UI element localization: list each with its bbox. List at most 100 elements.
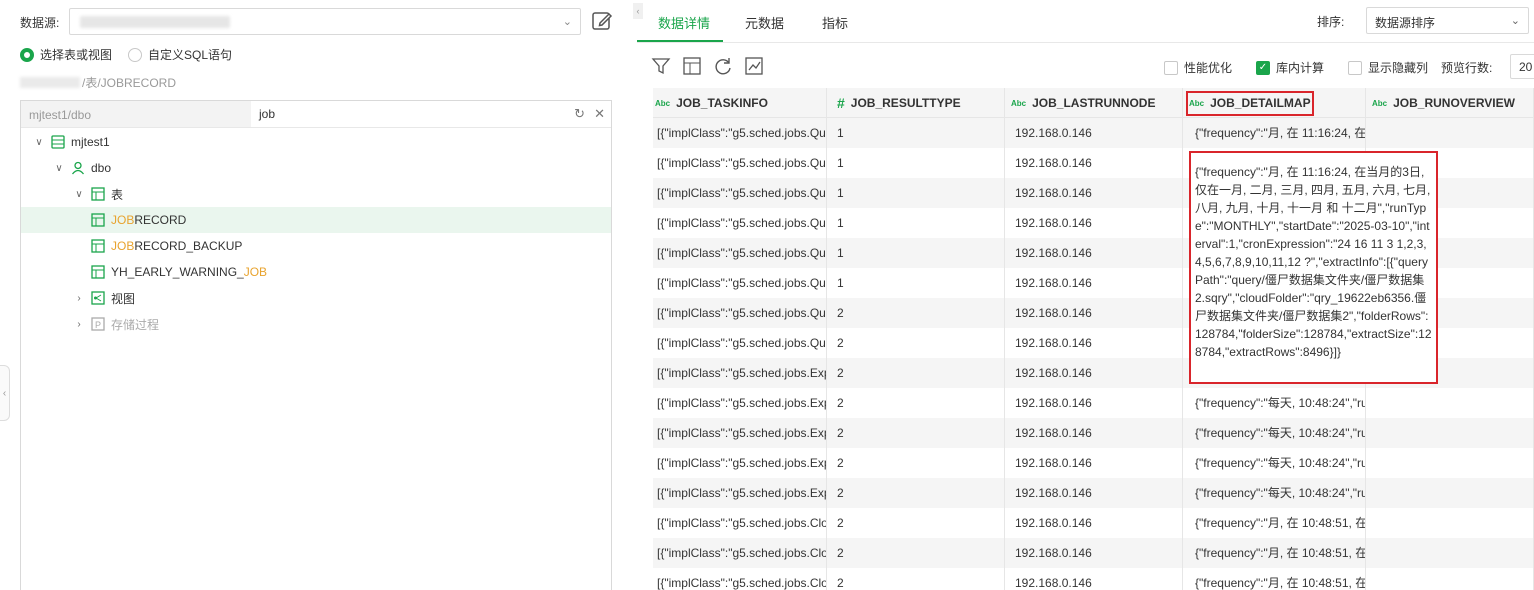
table-cell[interactable]: 192.168.0.146 — [1005, 268, 1183, 298]
chevron-down-icon[interactable]: ∨ — [53, 163, 65, 174]
table-row[interactable]: [{"implClass":"g5.sched.jobs.Exp 2 192.168… — [653, 478, 1534, 508]
table-cell[interactable]: {"frequency":"每天, 10:48:24","ru — [1183, 418, 1366, 448]
tree-node-table-jobrecord-backup[interactable]: JOBRECORD_BACKUP — [21, 233, 611, 259]
chevron-right-icon[interactable]: › — [73, 293, 85, 304]
checkbox-box[interactable] — [1164, 60, 1178, 75]
check-icon[interactable]: ✓ — [1256, 60, 1270, 75]
table-cell[interactable] — [1366, 448, 1534, 478]
table-cell[interactable]: [{"implClass":"g5.sched.jobs.Qu — [653, 268, 827, 298]
table-cell[interactable]: 2 — [827, 568, 1005, 590]
table-cell[interactable]: {"frequency":"月, 在 10:48:51, 在 — [1183, 538, 1366, 568]
table-cell[interactable]: 2 — [827, 508, 1005, 538]
table-cell[interactable]: 192.168.0.146 — [1005, 298, 1183, 328]
table-cell[interactable]: [{"implClass":"g5.sched.jobs.Qu — [653, 328, 827, 358]
checkbox-box[interactable] — [1348, 60, 1362, 75]
table-row[interactable]: [{"implClass":"g5.sched.jobs.Exp 2 192.168… — [653, 448, 1534, 478]
chevron-right-icon[interactable]: › — [73, 319, 85, 330]
tab-metrics[interactable]: 指标 — [822, 13, 848, 32]
search-scope[interactable]: mjtest1/dbo — [21, 101, 251, 127]
table-cell[interactable] — [1366, 118, 1534, 148]
table-cell[interactable]: 1 — [827, 268, 1005, 298]
table-cell[interactable]: {"frequency":"月, 在 11:16:24, 在 — [1183, 118, 1366, 148]
radio-custom-sql[interactable] — [128, 47, 143, 62]
preview-rows-input[interactable]: 20 — [1510, 54, 1534, 79]
table-cell[interactable] — [1366, 388, 1534, 418]
column-header-job-lastrunnode[interactable]: Abc JOB_LASTRUNNODE — [1005, 88, 1183, 118]
table-row[interactable]: [{"implClass":"g5.sched.jobs.Clo 2 192.168… — [653, 508, 1534, 538]
show-hidden-checkbox[interactable]: 显示隐藏列 — [1348, 59, 1428, 76]
table-row[interactable]: [{"implClass":"g5.sched.jobs.Clo 2 192.168… — [653, 568, 1534, 590]
collapse-left-handle[interactable]: ‹ — [0, 365, 10, 421]
filter-icon[interactable] — [651, 56, 671, 76]
table-cell[interactable]: 192.168.0.146 — [1005, 328, 1183, 358]
table-cell[interactable]: [{"implClass":"g5.sched.jobs.Exp — [653, 418, 827, 448]
table-cell[interactable]: 2 — [827, 538, 1005, 568]
tree-node-tables-folder[interactable]: ∨ 表 — [21, 181, 611, 207]
column-header-job-runoverview[interactable]: Abc JOB_RUNOVERVIEW — [1366, 88, 1534, 118]
table-cell[interactable]: 2 — [827, 298, 1005, 328]
table-cell[interactable]: [{"implClass":"g5.sched.jobs.Qu — [653, 238, 827, 268]
table-row[interactable]: [{"implClass":"g5.sched.jobs.Exp 2 192.168… — [653, 418, 1534, 448]
table-cell[interactable]: [{"implClass":"g5.sched.jobs.Qu — [653, 208, 827, 238]
table-cell[interactable]: 1 — [827, 118, 1005, 148]
perf-opt-checkbox[interactable]: 性能优化 — [1164, 59, 1232, 76]
refresh-icon[interactable]: ↻ — [574, 106, 585, 122]
tree-node-views-folder[interactable]: › 视图 — [21, 285, 611, 311]
tab-metadata[interactable]: 元数据 — [745, 13, 784, 32]
table-cell[interactable]: 1 — [827, 178, 1005, 208]
tab-data-details[interactable]: 数据详情 — [658, 13, 710, 32]
table-cell[interactable]: 192.168.0.146 — [1005, 148, 1183, 178]
edit-icon[interactable] — [590, 9, 614, 33]
table-cell[interactable]: 1 — [827, 238, 1005, 268]
table-cell[interactable]: 192.168.0.146 — [1005, 388, 1183, 418]
table-cell[interactable]: {"frequency":"每天, 10:48:24","ru — [1183, 388, 1366, 418]
table-cell[interactable]: 192.168.0.146 — [1005, 178, 1183, 208]
table-cell[interactable] — [1366, 538, 1534, 568]
table-cell[interactable]: 1 — [827, 208, 1005, 238]
table-cell[interactable] — [1366, 478, 1534, 508]
table-cell[interactable]: 192.168.0.146 — [1005, 208, 1183, 238]
table-cell[interactable]: 2 — [827, 418, 1005, 448]
tree-node-table-early-warning[interactable]: YH_EARLY_WARNING_JOB — [21, 259, 611, 285]
field-settings-icon[interactable] — [682, 56, 702, 76]
table-cell[interactable]: 192.168.0.146 — [1005, 508, 1183, 538]
table-cell[interactable]: 2 — [827, 328, 1005, 358]
sort-select[interactable]: 数据源排序 ⌄ — [1366, 7, 1529, 34]
table-cell[interactable]: 192.168.0.146 — [1005, 538, 1183, 568]
table-cell[interactable]: 192.168.0.146 — [1005, 448, 1183, 478]
table-cell[interactable]: {"frequency":"月, 在 10:48:51, 在 — [1183, 568, 1366, 590]
table-cell[interactable]: 2 — [827, 388, 1005, 418]
column-header-job-taskinfo[interactable]: Abc JOB_TASKINFO — [653, 88, 827, 118]
chart-icon[interactable] — [744, 56, 764, 76]
in-db-calc-checkbox[interactable]: ✓ 库内计算 — [1256, 59, 1324, 76]
table-cell[interactable]: [{"implClass":"g5.sched.jobs.Qu — [653, 148, 827, 178]
chevron-down-icon[interactable]: ∨ — [73, 189, 85, 200]
table-cell[interactable]: [{"implClass":"g5.sched.jobs.Qu — [653, 298, 827, 328]
table-cell[interactable]: 192.168.0.146 — [1005, 418, 1183, 448]
table-cell[interactable] — [1366, 568, 1534, 590]
search-input[interactable]: job ↻ ✕ — [251, 101, 611, 127]
table-cell[interactable]: {"frequency":"月, 在 10:48:51, 在 — [1183, 508, 1366, 538]
table-cell[interactable]: 192.168.0.146 — [1005, 238, 1183, 268]
close-icon[interactable]: ✕ — [594, 106, 605, 122]
table-cell[interactable]: [{"implClass":"g5.sched.jobs.Qu — [653, 178, 827, 208]
table-cell[interactable]: 1 — [827, 148, 1005, 178]
table-cell[interactable]: [{"implClass":"g5.sched.jobs.Clo — [653, 538, 827, 568]
table-row[interactable]: [{"implClass":"g5.sched.jobs.Qu 1 192.168.… — [653, 118, 1534, 148]
table-cell[interactable]: [{"implClass":"g5.sched.jobs.Exp — [653, 478, 827, 508]
table-cell[interactable]: 192.168.0.146 — [1005, 358, 1183, 388]
table-cell[interactable]: [{"implClass":"g5.sched.jobs.Clo — [653, 568, 827, 590]
table-cell[interactable]: [{"implClass":"g5.sched.jobs.Qu — [653, 118, 827, 148]
table-cell[interactable]: 2 — [827, 448, 1005, 478]
table-cell[interactable]: 2 — [827, 478, 1005, 508]
table-cell[interactable]: {"frequency":"每天, 10:48:24","ru — [1183, 478, 1366, 508]
tree-node-schema[interactable]: ∨ dbo — [21, 155, 611, 181]
table-cell[interactable]: [{"implClass":"g5.sched.jobs.Exp — [653, 448, 827, 478]
table-cell[interactable] — [1366, 418, 1534, 448]
table-cell[interactable]: [{"implClass":"g5.sched.jobs.Exp — [653, 388, 827, 418]
tree-node-procs-folder[interactable]: › P 存储过程 — [21, 311, 611, 337]
tree-node-database[interactable]: ∨ mjtest1 — [21, 129, 611, 155]
chevron-down-icon[interactable]: ∨ — [33, 137, 45, 148]
table-cell[interactable]: 192.168.0.146 — [1005, 568, 1183, 590]
table-row[interactable]: [{"implClass":"g5.sched.jobs.Clo 2 192.168… — [653, 538, 1534, 568]
